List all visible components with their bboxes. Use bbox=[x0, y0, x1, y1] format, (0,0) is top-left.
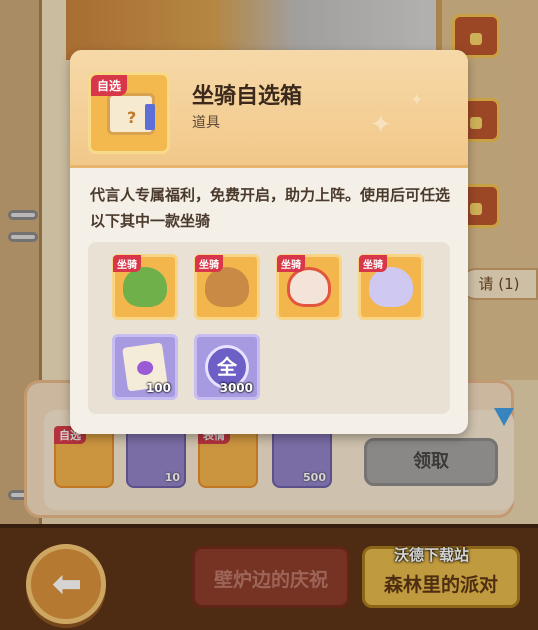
sparkle-icon: ✦ bbox=[370, 110, 392, 140]
item-tag: 自选 bbox=[91, 75, 128, 96]
mount-chest-icon bbox=[107, 93, 155, 135]
ghost-elephant-mount-icon bbox=[369, 267, 413, 307]
option-qty: 100 bbox=[145, 381, 171, 395]
popup-header: ✦ ✦ 自选 坐骑自选箱 道具 bbox=[70, 50, 468, 168]
option-mount-2[interactable]: 坐骑 bbox=[194, 254, 260, 320]
option-scroll[interactable]: 100 bbox=[112, 334, 178, 400]
option-tag: 坐骑 bbox=[195, 255, 223, 272]
option-tag: 坐骑 bbox=[277, 255, 305, 272]
lion-dance-mount-icon bbox=[287, 267, 331, 307]
option-tag: 坐骑 bbox=[359, 255, 387, 272]
owl-pilot-mount-icon bbox=[205, 267, 249, 307]
option-orb[interactable]: 全 3000 bbox=[194, 334, 260, 400]
sparkle-icon: ✦ bbox=[410, 90, 424, 109]
item-detail-popup: ✦ ✦ 自选 坐骑自选箱 道具 代言人专属福利，免费开启，助力上阵。使用后可任选… bbox=[70, 50, 468, 434]
option-mount-4[interactable]: 坐骑 bbox=[358, 254, 424, 320]
option-tag: 坐骑 bbox=[113, 255, 141, 272]
item-title: 坐骑自选箱 bbox=[192, 84, 303, 109]
options-grid: 坐骑 坐骑 坐骑 坐骑 100 全 3000 bbox=[88, 242, 450, 414]
option-mount-3[interactable]: 坐骑 bbox=[276, 254, 342, 320]
option-mount-1[interactable]: 坐骑 bbox=[112, 254, 178, 320]
item-description: 代言人专属福利，免费开启，助力上阵。使用后可任选以下其中一款坐骑 bbox=[90, 186, 451, 230]
item-type: 道具 bbox=[192, 115, 220, 131]
item-icon: 自选 bbox=[88, 72, 170, 154]
green-dragon-mount-icon bbox=[123, 267, 167, 307]
option-qty: 3000 bbox=[219, 381, 253, 395]
